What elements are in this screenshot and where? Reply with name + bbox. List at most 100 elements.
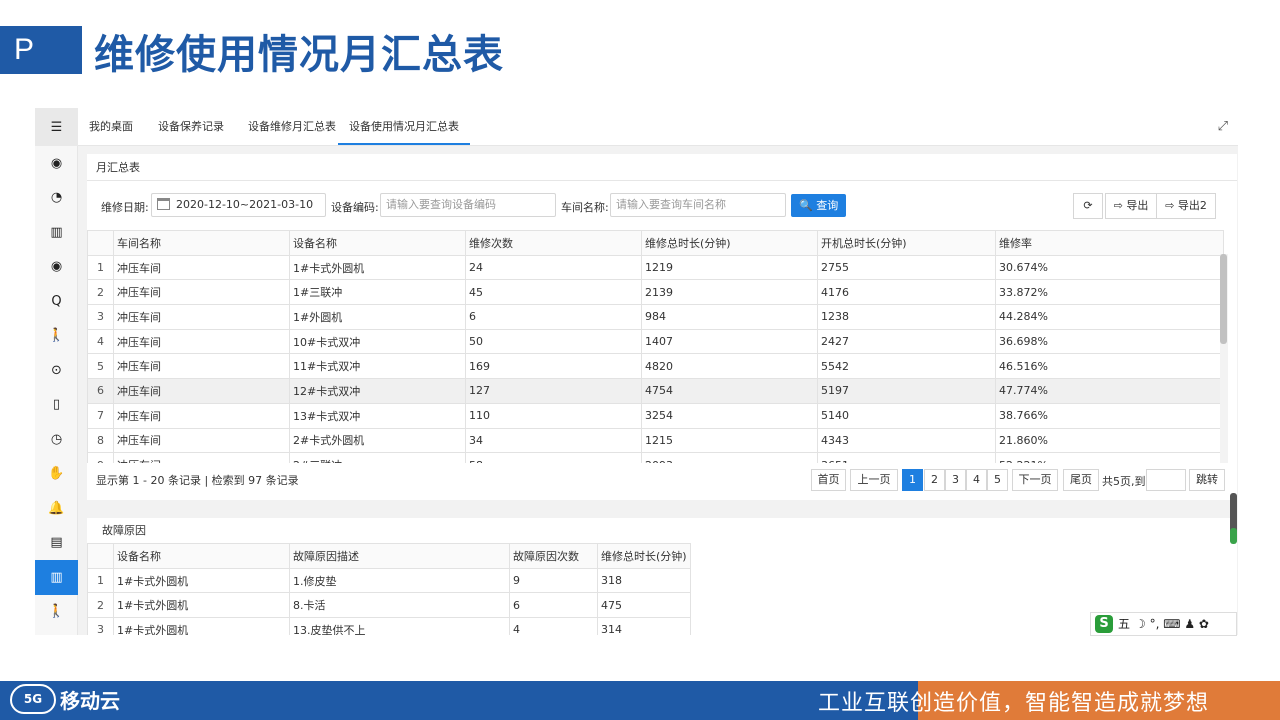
row-index: 3 bbox=[87, 304, 114, 330]
page-button-2[interactable]: 2 bbox=[924, 469, 945, 491]
column-header[interactable]: 开机总时长(分钟) bbox=[817, 230, 996, 256]
table-cell: 冲压车间 bbox=[113, 378, 290, 404]
brand-name: 移动云 bbox=[60, 688, 120, 713]
jump-button[interactable]: 跳转 bbox=[1189, 469, 1225, 491]
bar-chart-icon[interactable]: ▥ bbox=[35, 215, 78, 250]
column-header[interactable]: 故障原因次数 bbox=[509, 543, 598, 569]
column-header[interactable]: 维修总时长(分钟) bbox=[641, 230, 818, 256]
calendar-icon bbox=[157, 198, 170, 210]
table-cell: 冲压车间 bbox=[113, 328, 290, 355]
gauge-icon[interactable]: ◔ bbox=[35, 181, 78, 216]
table-cell: 4 bbox=[509, 617, 598, 635]
table-row[interactable]: 3 冲压车间 1#外圆机 6 984 1238 44.284% bbox=[87, 304, 1224, 330]
table-row[interactable]: 4 冲压车间 10#卡式双冲 50 1407 2427 36.698% bbox=[87, 328, 1224, 355]
handshake-icon[interactable]: ✋ bbox=[35, 457, 78, 492]
column-header[interactable]: 维修总时长(分钟) bbox=[597, 543, 691, 569]
table-row[interactable]: 1 冲压车间 1#卡式外圆机 24 1219 2755 30.674% bbox=[87, 254, 1224, 281]
table-cell: 4343 bbox=[817, 427, 996, 454]
scrollbar-thumb[interactable] bbox=[1220, 254, 1227, 344]
table-cell: 冲压车间 bbox=[113, 254, 290, 281]
ime-toolbar[interactable]: S 五 ☽ °, ⌨ ♟ ✿ bbox=[1090, 612, 1237, 636]
table-cell: 2427 bbox=[817, 328, 996, 355]
brand-logo: 5G 移动云 bbox=[10, 684, 120, 714]
map-icon[interactable]: ▯ bbox=[35, 388, 78, 423]
column-header[interactable]: 设备名称 bbox=[289, 230, 466, 256]
first-page-button[interactable]: 首页 bbox=[811, 469, 846, 491]
walker-icon[interactable]: 🚶 bbox=[35, 595, 78, 630]
search-q-icon[interactable]: Q bbox=[35, 284, 78, 319]
table-row[interactable]: 5 冲压车间 11#卡式双冲 169 4820 5542 46.516% bbox=[87, 353, 1224, 380]
workshop-name-input[interactable]: 请输入要查询车间名称 bbox=[610, 193, 786, 217]
walker-icon[interactable]: 🚶 bbox=[35, 319, 78, 354]
column-header[interactable]: 车间名称 bbox=[113, 230, 290, 256]
cloud-icon: 5G bbox=[10, 684, 56, 714]
slide-footer: 5G 移动云 工业互联创造价值，智能智造成就梦想 bbox=[0, 681, 1280, 720]
table-cell: 36.698% bbox=[995, 328, 1224, 355]
table-row[interactable]: 3 1#卡式外圆机 13.皮垫供不上 4 314 bbox=[87, 617, 691, 635]
prev-page-button[interactable]: 上一页 bbox=[850, 469, 898, 491]
column-header[interactable]: 设备名称 bbox=[113, 543, 290, 569]
row-index: 5 bbox=[87, 353, 114, 380]
page-button-5[interactable]: 5 bbox=[987, 469, 1008, 491]
next-page-button[interactable]: 下一页 bbox=[1012, 469, 1058, 491]
ime-icons[interactable]: ☽ °, ⌨ ♟ ✿ bbox=[1135, 613, 1209, 635]
table-row[interactable]: 7 冲压车间 13#卡式双冲 110 3254 5140 38.766% bbox=[87, 402, 1224, 429]
page-button-4[interactable]: 4 bbox=[966, 469, 987, 491]
summary-panel: 月汇总表 维修日期: 2020-12-10~2021-03-10 设备编码: 请… bbox=[87, 154, 1237, 500]
row-index: 4 bbox=[87, 328, 114, 355]
jump-page-input[interactable] bbox=[1146, 469, 1186, 491]
record-icon[interactable]: ◉ bbox=[35, 250, 78, 285]
table-cell: 冲压车间 bbox=[113, 353, 290, 380]
id-card-icon[interactable]: ▤ bbox=[35, 526, 78, 561]
table-row[interactable]: 8 冲压车间 2#卡式外圆机 34 1215 4343 21.860% bbox=[87, 427, 1224, 454]
table-cell: 475 bbox=[597, 592, 691, 619]
table-cell: 12#卡式双冲 bbox=[289, 378, 466, 404]
pager-info: 显示第 1 - 20 条记录 | 检索到 97 条记录 bbox=[96, 474, 299, 487]
app-window: ☰ ◉ ◔ ▥ ◉ Q 🚶 ⊙ ▯ ◷ ✋ 🔔 ▤ ▥ 🚶 我的桌面 设备保养记录 设备维修月汇总表 设备使… bbox=[35, 108, 1238, 635]
device-code-input[interactable]: 请输入要查询设备编码 bbox=[380, 193, 556, 217]
table-cell: 1#卡式外圆机 bbox=[289, 254, 466, 281]
refresh-button[interactable]: ⟳ bbox=[1073, 193, 1103, 219]
tab-repair-summary[interactable]: 设备维修月汇总表 bbox=[248, 108, 336, 145]
table-cell: 冲压车间 bbox=[113, 279, 290, 306]
menu-toggle-icon[interactable]: ☰ bbox=[35, 108, 78, 146]
date-range-input[interactable]: 2020-12-10~2021-03-10 bbox=[151, 193, 326, 217]
table-row[interactable]: 6 冲压车间 12#卡式双冲 127 4754 5197 47.774% bbox=[87, 378, 1224, 404]
table-cell: 50 bbox=[465, 328, 642, 355]
page-button-1[interactable]: 1 bbox=[902, 469, 923, 491]
query-button[interactable]: 🔍 查询 bbox=[791, 194, 847, 217]
page-title: 维修使用情况月汇总表 bbox=[94, 32, 504, 78]
table-cell: 2#卡式外圆机 bbox=[289, 427, 466, 454]
table-cell: 1#外圆机 bbox=[289, 304, 466, 330]
index-header bbox=[87, 543, 114, 569]
table-cell: 8.卡活 bbox=[289, 592, 510, 619]
summary-table-scrollbar[interactable] bbox=[1220, 254, 1228, 463]
column-header[interactable]: 维修次数 bbox=[465, 230, 642, 256]
table-cell: 45 bbox=[465, 279, 642, 306]
column-header[interactable]: 维修率 bbox=[995, 230, 1224, 256]
table-row[interactable]: 2 冲压车间 1#三联冲 45 2139 4176 33.872% bbox=[87, 279, 1224, 306]
table-cell: 11#卡式双冲 bbox=[289, 353, 466, 380]
bar-chart-icon[interactable]: ▥ bbox=[35, 560, 78, 595]
fullscreen-icon[interactable]: ⤢ bbox=[1218, 119, 1228, 134]
export2-button[interactable]: ⇨ 导出2 bbox=[1156, 193, 1216, 219]
clock-icon[interactable]: ◷ bbox=[35, 422, 78, 457]
ime-mode[interactable]: 五 bbox=[1118, 613, 1130, 635]
compass-icon[interactable]: ◉ bbox=[35, 146, 78, 181]
fault-panel: 故障原因 设备名称 故障原因描述 故障原因次数 维修总时长(分钟) 1 1#卡式外… bbox=[87, 518, 1237, 635]
table-row[interactable]: 9冲压车间2#三联冲582093365152.221% bbox=[87, 452, 1224, 463]
last-page-button[interactable]: 尾页 bbox=[1063, 469, 1099, 491]
table-row[interactable]: 1 1#卡式外圆机 1.修皮垫 9 318 bbox=[87, 567, 691, 594]
page-scrollbar-grip[interactable] bbox=[1230, 528, 1237, 544]
table-cell: 984 bbox=[641, 304, 818, 330]
column-header[interactable]: 故障原因描述 bbox=[289, 543, 510, 569]
page-button-3[interactable]: 3 bbox=[945, 469, 966, 491]
bell-icon[interactable]: 🔔 bbox=[35, 491, 78, 526]
row-index: 2 bbox=[87, 592, 114, 619]
tab-desktop[interactable]: 我的桌面 bbox=[89, 108, 133, 145]
tab-maintenance-record[interactable]: 设备保养记录 bbox=[158, 108, 224, 145]
export-button[interactable]: ⇨ 导出 bbox=[1105, 193, 1157, 219]
tab-usage-summary[interactable]: 设备使用情况月汇总表 bbox=[338, 108, 470, 145]
target-icon[interactable]: ⊙ bbox=[35, 353, 78, 388]
table-row[interactable]: 2 1#卡式外圆机 8.卡活 6 475 bbox=[87, 592, 691, 619]
